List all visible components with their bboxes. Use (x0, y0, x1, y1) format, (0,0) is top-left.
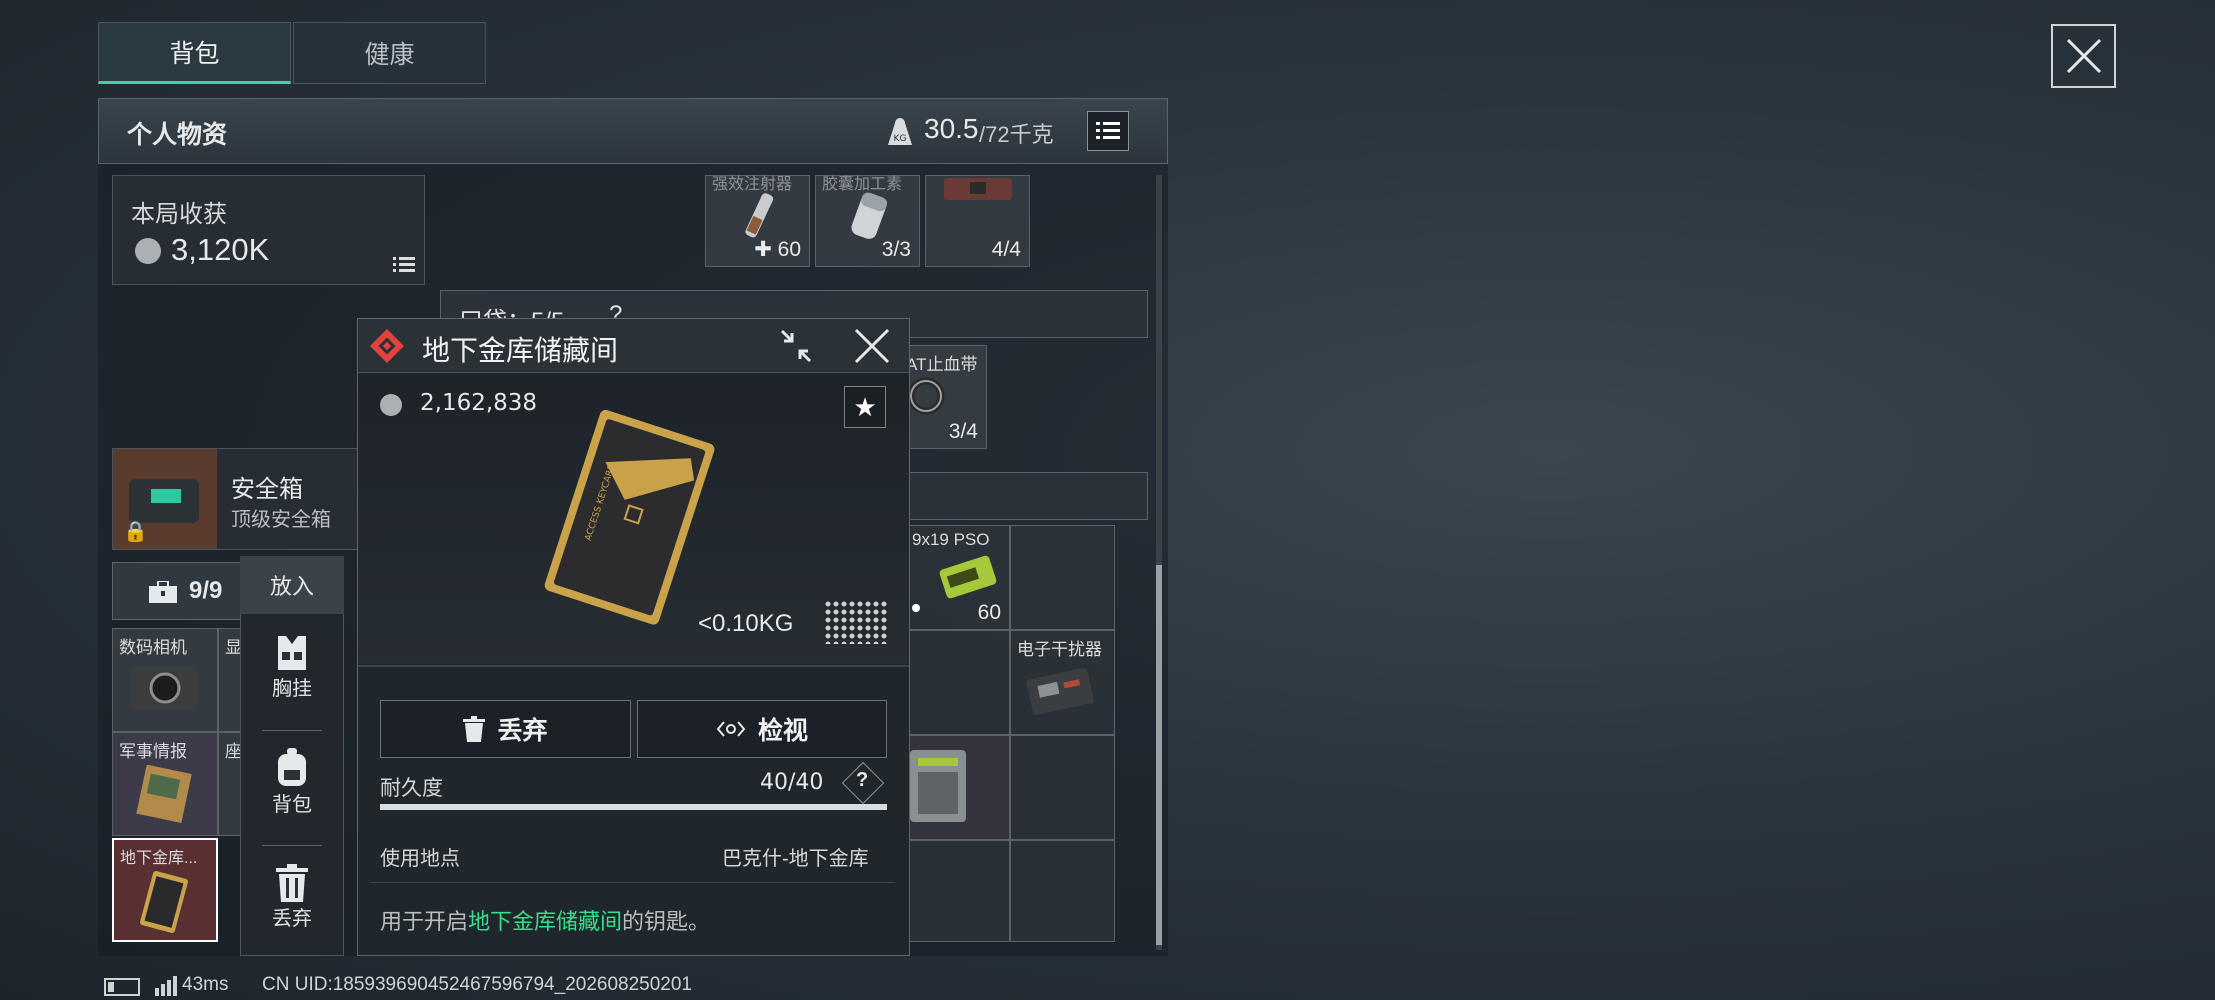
container-bar (905, 472, 1148, 520)
inventory-slot[interactable]: AT止血带 3/4 (905, 345, 987, 449)
backpack-icon (278, 748, 306, 786)
popup-titlebar: 地下金库储藏间 (358, 319, 909, 373)
ammo-box-icon (939, 555, 997, 599)
divider (370, 882, 895, 883)
move-to-backpack-button[interactable]: 背包 (240, 748, 344, 817)
inventory-slot[interactable]: 4/4 (925, 175, 1030, 267)
intel-icon (136, 765, 192, 823)
scrollbar-track[interactable] (1156, 175, 1162, 950)
durability-label: 耐久度 (380, 777, 443, 800)
menu-item-label: 丢弃 (272, 908, 312, 930)
keycard-image: ACCESS KEYCARD (544, 409, 715, 625)
scrollbar-thumb[interactable] (1156, 565, 1162, 945)
uid-text: CN UID:18593969045246759679​4_2026082502… (262, 974, 692, 995)
item-size-grid-icon (824, 600, 888, 644)
close-icon (854, 328, 890, 364)
inventory-slot[interactable]: 电子干扰器 (1010, 630, 1115, 735)
discard-button[interactable]: 丢弃 (380, 700, 631, 758)
divider (358, 665, 909, 667)
item-description: 用于开启地下金库储藏间的钥匙。 (380, 909, 711, 934)
inventory-slot[interactable] (905, 840, 1010, 942)
inventory-slot-selected[interactable]: 地下金库... (112, 838, 218, 942)
device-icon (910, 750, 966, 822)
discard-menu-button[interactable]: 丢弃 (240, 864, 344, 931)
item-weight: <0.10KG (698, 610, 794, 637)
collapse-icon (780, 329, 812, 363)
inventory-slot[interactable]: 强效注射器 ✚ 60 (705, 175, 810, 267)
durability-bar (380, 804, 887, 810)
tourniquet-icon (908, 377, 945, 415)
weight-max: /72千克 (979, 122, 1054, 147)
location-label: 使用地点 (380, 848, 460, 870)
coin-icon (380, 394, 402, 416)
divider (262, 730, 322, 731)
capsule-icon (851, 192, 888, 239)
trash-icon (463, 716, 486, 742)
inventory-slot[interactable]: 9x19 PSO 60 (905, 525, 1010, 630)
battery-icon (104, 978, 140, 996)
menu-item-label: 背包 (272, 794, 312, 816)
close-icon (2066, 38, 2101, 74)
inspect-icon (716, 721, 746, 737)
trash-icon (276, 864, 308, 902)
inventory-slot[interactable]: 军事情报 (112, 732, 218, 836)
favorite-button[interactable]: ★ (844, 386, 886, 428)
jammer-icon (1026, 667, 1094, 715)
signal-icon (155, 976, 177, 996)
case-icon (149, 581, 177, 603)
star-icon: ★ (853, 391, 877, 422)
collapse-button[interactable] (776, 327, 816, 365)
context-menu-header: 放入 (240, 556, 344, 614)
safebox-thumb: 🔒 (113, 449, 217, 549)
divider (262, 845, 322, 846)
panel-title: 个人物资 (127, 121, 228, 149)
chest-rig-icon (278, 636, 306, 670)
svg-text:KG: KG (894, 134, 907, 144)
inventory-slot[interactable]: 胶囊加工素 3/3 (815, 175, 920, 267)
item-preview-area: 2,162,838 ★ ACCESS KEYCARD <0.10KG (358, 374, 909, 664)
menu-item-label: 胸挂 (272, 678, 312, 700)
list-icon (1096, 122, 1120, 139)
case-count: 9/9 (189, 577, 223, 604)
ping-value: 43ms (182, 974, 229, 995)
lock-icon: 🔒 (123, 521, 148, 543)
move-to-chest-rig-button[interactable]: 胸挂 (240, 634, 344, 701)
medkit-icon (944, 178, 1012, 200)
case-header[interactable]: 9/9 (112, 562, 242, 620)
tab-health[interactable]: 健康 (293, 22, 486, 84)
earnings-label: 本局收获 (131, 201, 227, 228)
durability-value: 40/40 (760, 770, 824, 795)
inventory-slot[interactable] (1010, 840, 1115, 942)
camera-icon (131, 667, 199, 709)
list-view-button[interactable] (1087, 111, 1129, 151)
panel-header: 个人物资 KG 30.5 /72千克 (98, 98, 1168, 164)
durability-fill (380, 804, 887, 810)
popup-title: 地下金库储藏间 (422, 335, 619, 366)
inventory-slot[interactable]: 数码相机 (112, 628, 218, 732)
inventory-slot[interactable] (1010, 735, 1115, 840)
location-value: 巴克什-地下金库 (722, 848, 869, 870)
weight-current: 30.5 (924, 113, 979, 144)
tab-backpack[interactable]: 背包 (98, 22, 291, 84)
keycard-icon (140, 870, 188, 934)
safebox-title: 安全箱 (231, 476, 303, 503)
coin-icon (135, 238, 161, 264)
inspect-button[interactable]: 检视 (637, 700, 887, 758)
inventory-slot[interactable] (905, 735, 1010, 840)
earnings-value: 3,120K (171, 232, 270, 267)
inventory-slot[interactable] (905, 630, 1010, 735)
popup-close-button[interactable] (852, 327, 892, 365)
item-price: 2,162,838 (420, 390, 538, 416)
inventory-slot[interactable] (1010, 525, 1115, 630)
safebox-subtitle: 顶级安全箱 (231, 509, 331, 531)
weight-icon: KG (886, 115, 914, 147)
rarity-diamond-icon (370, 329, 404, 363)
description-highlight: 地下金库储藏间 (468, 909, 623, 934)
earnings-box[interactable]: 本局收获 3,120K (112, 175, 425, 285)
earnings-detail-icon[interactable] (393, 256, 415, 279)
close-button[interactable] (2051, 24, 2116, 88)
help-icon: ? (856, 769, 869, 791)
new-dot-icon (912, 604, 920, 612)
